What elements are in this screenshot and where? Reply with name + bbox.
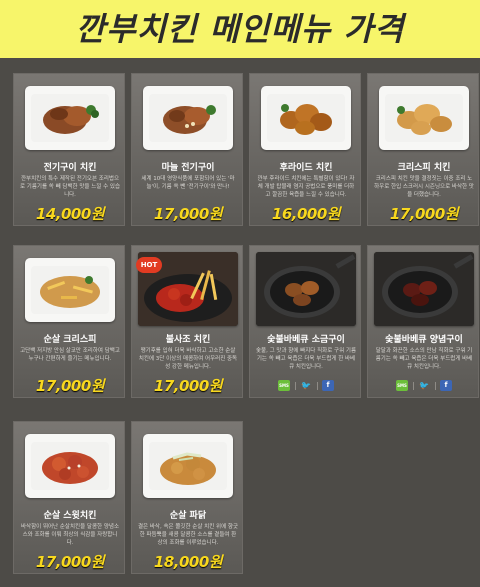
menu-name: 불사조 치킨 <box>165 335 211 345</box>
menu-card-roast-chicken[interactable]: 전기구이 치킨 깐부치킨의 특수 제작된 전기오븐 조리법으로 기름기를 쏙 빼… <box>13 73 125 226</box>
dish-image <box>379 86 469 150</box>
dish-image <box>143 434 233 498</box>
menu-card-boneless-crispy[interactable]: 순살 크리스피 고단백 저지방 안심 살코만 조리하여 담백고 누구나 간편하게… <box>13 245 125 398</box>
menu-description: 달달과 화끈한 소스의 만남 직화로 구워 기름기는 쏙 빼고 육즙은 더욱 부… <box>375 348 473 370</box>
menu-price: 18,000원 <box>153 553 223 571</box>
menu-description: 크리스피 치킨 맛을 결정짓는 이중 조리 노하우로 한입 스크러시 시즌닝으로… <box>374 176 474 198</box>
divider <box>413 382 414 390</box>
page-title: 깐부치킨 메인메뉴 가격 <box>75 10 405 48</box>
sms-share-icon[interactable]: SMS <box>396 380 408 391</box>
menu-card-bbq-salt[interactable]: 숯불바베큐 소금구이 숯불, 그 맛과 향에 빠지다 직화로 구워 기름기는 쏙… <box>249 245 361 398</box>
menu-price: 17,000원 <box>153 205 223 223</box>
menu-description: 고단백 저지방 안심 살코만 조리하여 담백고 누구나 간편하게 즐기는 메뉴입… <box>20 348 120 362</box>
menu-name: 마늘 전기구이 <box>161 163 215 173</box>
menu-name: 순살 파닭 <box>169 511 207 521</box>
share-buttons: SMS 🐦 f <box>278 380 334 392</box>
hot-badge: HOT <box>136 257 162 273</box>
menu-description: 세계 10대 영양식품에 포함되어 있는 '마늘'이, 기름 쏙 뺀 '전기구이… <box>141 176 235 190</box>
menu-name: 후라이드 치킨 <box>279 163 333 173</box>
dish-image <box>25 434 115 498</box>
divider <box>295 382 296 390</box>
menu-card-fried-chicken[interactable]: 후라이드 치킨 깐부 후라이드 치킨에는 특별함이 있다! 자체 개발 탑블래 … <box>249 73 361 226</box>
menu-card-crispy-chicken[interactable]: 크리스피 치킨 크리스피 치킨 맛을 결정짓는 이중 조리 노하우로 한입 스크… <box>367 73 479 226</box>
menu-card-boneless-padak[interactable]: 순살 파닭 결은 바삭, 속은 쫄깃한 순살 치킨 위에 향긋한 파듬뿍을 새콤… <box>131 421 243 574</box>
title-banner: 깐부치킨 메인메뉴 가격 <box>0 0 480 58</box>
dish-image <box>143 86 233 150</box>
menu-card-bbq-sauce[interactable]: 숯불바베큐 양념구이 달달과 화끈한 소스의 만남 직화로 구워 기름기는 쏙 … <box>367 245 479 398</box>
menu-price: 14,000원 <box>35 205 105 223</box>
menu-name: 크리스피 치킨 <box>397 163 451 173</box>
menu-description: 결은 바삭, 속은 쫄깃한 순살 치킨 위에 향긋한 파듬뿍을 새콤 달콤한 소… <box>138 524 239 546</box>
menu-description: 깐부 후라이드 치킨에는 특별함이 있다! 자체 개발 탑블래 염지 공법으로 … <box>257 176 355 198</box>
menu-price: 17,000원 <box>35 377 105 395</box>
dish-image <box>25 86 115 150</box>
dish-image <box>261 86 351 150</box>
share-buttons: SMS 🐦 f <box>396 380 452 392</box>
menu-name: 순살 스윗치킨 <box>43 511 97 521</box>
facebook-share-icon[interactable]: f <box>440 380 452 391</box>
menu-price: 16,000원 <box>271 205 341 223</box>
dish-image <box>25 258 115 322</box>
menu-price: 17,000원 <box>153 377 223 395</box>
menu-price: 17,000원 <box>389 205 459 223</box>
dish-image <box>256 252 356 326</box>
menu-name: 숯불바베큐 양념구이 <box>385 335 463 345</box>
sms-share-icon[interactable]: SMS <box>278 380 290 391</box>
menu-name: 전기구이 치킨 <box>43 163 97 173</box>
facebook-share-icon[interactable]: f <box>322 380 334 391</box>
menu-description: 숯불, 그 맛과 향에 빠지다 직화로 구워 기름기는 쏙 빼고 육즙은 더욱 … <box>256 348 357 370</box>
twitter-share-icon[interactable]: 🐦 <box>418 380 430 391</box>
menu-description: 깐부치킨의 특수 제작된 전기오븐 조리법으로 기름기를 쏙 빼 담백한 맛을 … <box>20 176 121 198</box>
dish-image <box>374 252 474 326</box>
twitter-share-icon[interactable]: 🐦 <box>300 380 312 391</box>
menu-card-boneless-sweet[interactable]: 순살 스윗치킨 바삭함이 뛰어난 순살치킨을 달콤한 양념소스와 조화를 이뤄 … <box>13 421 125 574</box>
divider <box>317 382 318 390</box>
menu-name: 순살 크리스피 <box>43 335 97 345</box>
divider <box>435 382 436 390</box>
menu-description: 땡기후를 입혀 더욱 바삭하고 고소한 순살 치킨에 3단 이상의 매콤하여 어… <box>138 348 238 370</box>
menu-price: 17,000원 <box>35 553 105 571</box>
menu-description: 바삭함이 뛰어난 순살치킨을 달콤한 양념소스와 조화를 이뤄 최상의 식감을 … <box>20 524 120 546</box>
menu-card-garlic-roast[interactable]: 마늘 전기구이 세계 10대 영양식품에 포함되어 있는 '마늘'이, 기름 쏙… <box>131 73 243 226</box>
menu-name: 숯불바베큐 소금구이 <box>267 335 345 345</box>
